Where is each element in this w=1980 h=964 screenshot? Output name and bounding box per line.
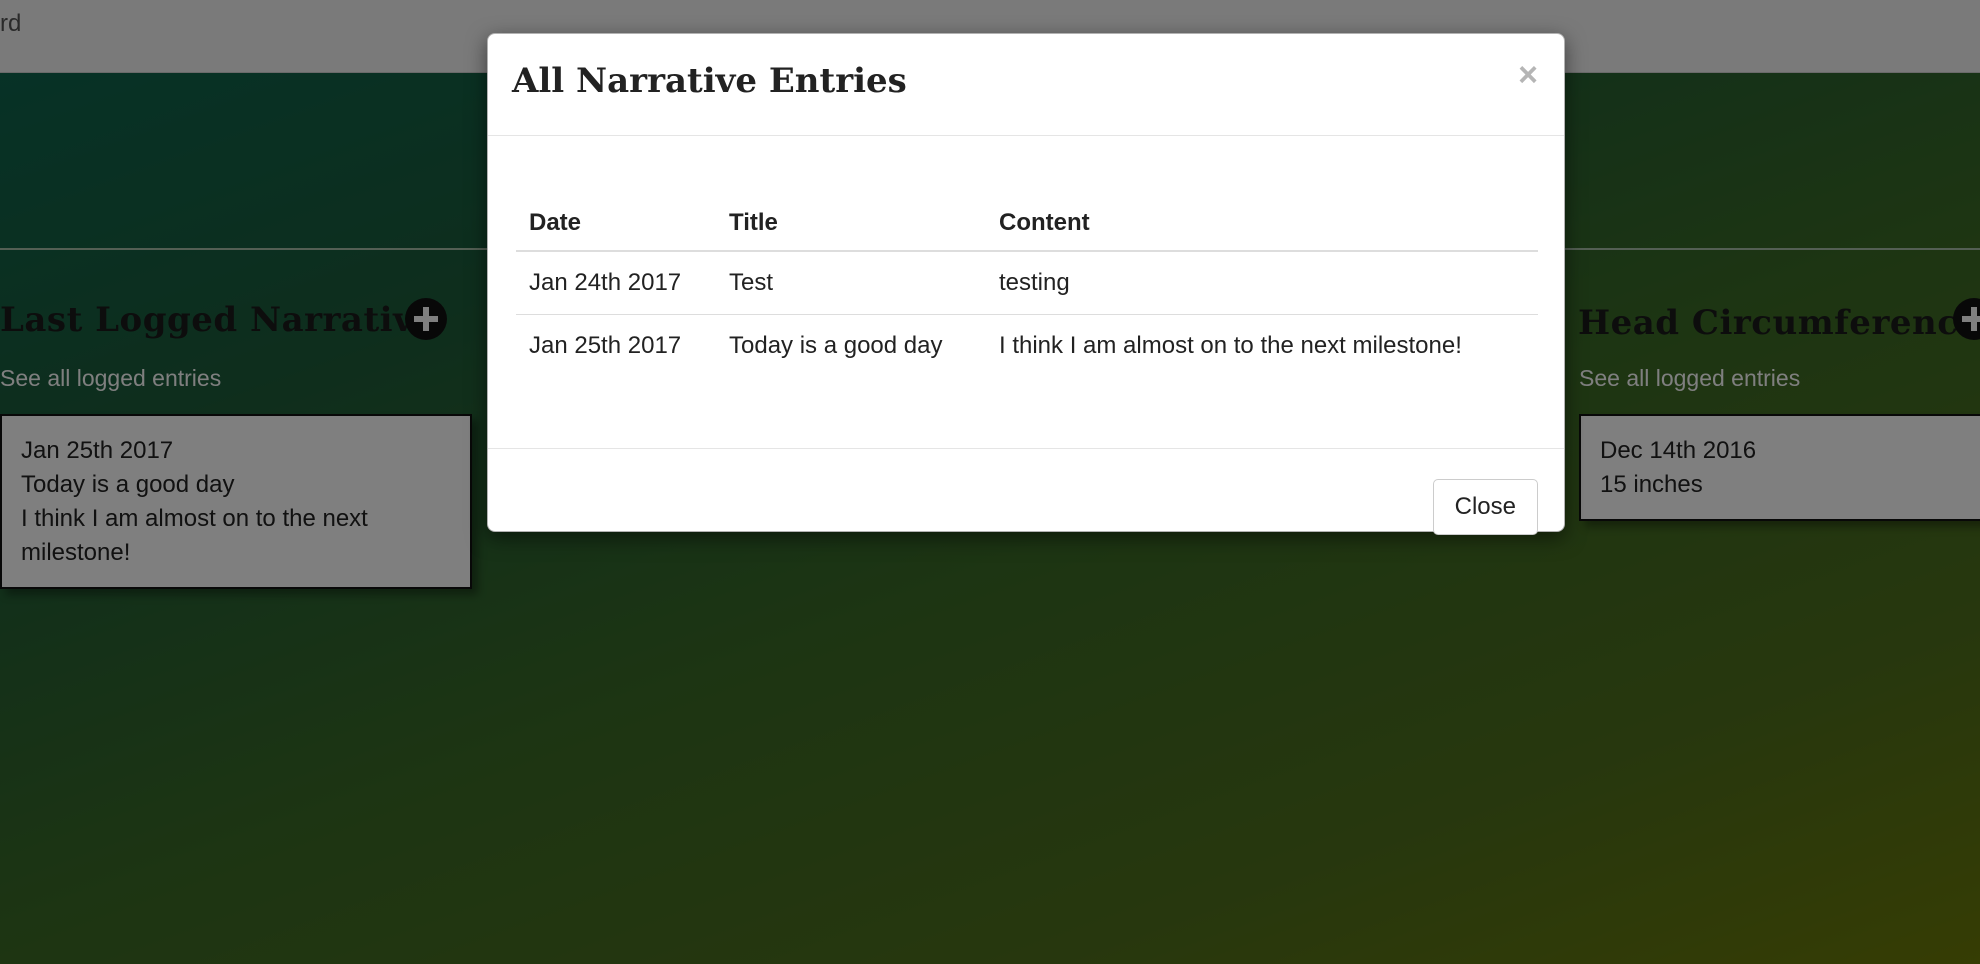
entries-table: Date Title Content Jan 24th 2017 Test te… [516,195,1538,377]
row-date: Jan 25th 2017 [529,332,682,359]
row-date: Jan 24th 2017 [516,251,716,315]
modal-title: All Narrative Entries [512,61,907,101]
modal-body: Date Title Content Jan 24th 2017 Test te… [488,135,1564,448]
row-title: Test [716,251,986,315]
close-button[interactable]: Close [1432,479,1538,535]
row-content: testing [986,251,1538,315]
table-row: Jan 25th 2017 Today is a good day I thin… [516,315,1538,378]
column-header-content: Content [986,195,1538,252]
narrative-entries-modal: All Narrative Entries × Date Title Conte… [487,33,1565,535]
modal-footer: Close [488,448,1564,535]
row-content: I think I am almost on to the next miles… [999,332,1462,359]
column-header-date: Date [516,195,716,252]
modal-header: All Narrative Entries × [488,34,1564,136]
close-icon[interactable]: × [1518,58,1538,92]
row-title: Today is a good day [729,332,943,359]
table-row: Jan 24th 2017 Test testing [516,251,1538,315]
table-header-row: Date Title Content [516,195,1538,252]
column-header-title: Title [716,195,986,252]
app-page: rd Last Logged Narrative See all logged … [0,0,1980,964]
